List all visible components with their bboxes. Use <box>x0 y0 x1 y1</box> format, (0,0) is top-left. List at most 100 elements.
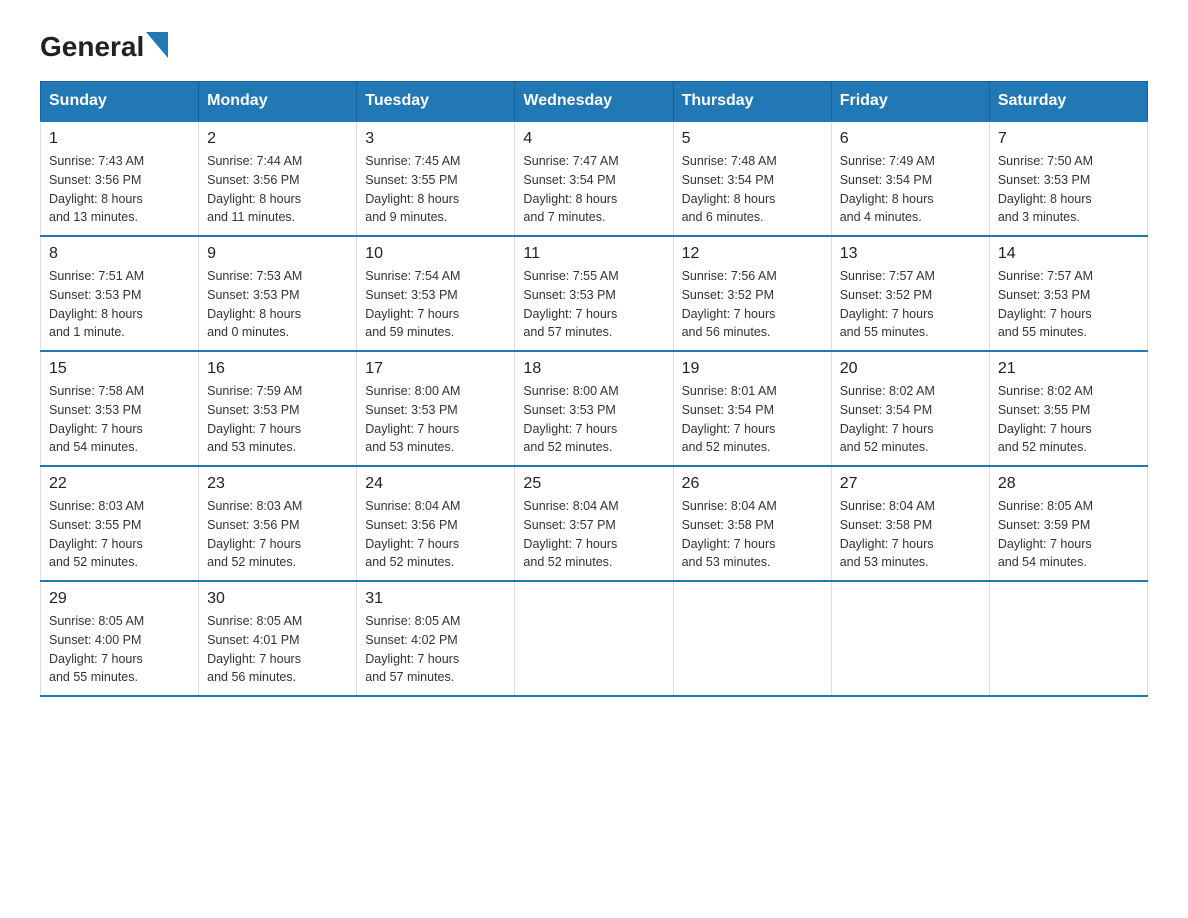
calendar-cell: 18 Sunrise: 8:00 AM Sunset: 3:53 PM Dayli… <box>515 351 673 466</box>
calendar-week-row: 22 Sunrise: 8:03 AM Sunset: 3:55 PM Dayli… <box>41 466 1148 581</box>
day-number: 14 <box>998 245 1139 263</box>
calendar-cell: 7Sunrise: 7:50 AM Sunset: 3:53 PM Daylig… <box>989 121 1147 236</box>
day-info: Sunrise: 8:02 AM Sunset: 3:54 PM Dayligh… <box>840 382 981 457</box>
day-info: Sunrise: 8:04 AM Sunset: 3:57 PM Dayligh… <box>523 497 664 572</box>
day-number: 31 <box>365 590 506 608</box>
calendar-cell <box>515 581 673 696</box>
day-info: Sunrise: 7:48 AM Sunset: 3:54 PM Dayligh… <box>682 152 823 227</box>
day-number: 25 <box>523 475 664 493</box>
day-info: Sunrise: 7:56 AM Sunset: 3:52 PM Dayligh… <box>682 267 823 342</box>
calendar-cell: 11Sunrise: 7:55 AM Sunset: 3:53 PM Dayli… <box>515 236 673 351</box>
calendar-cell: 28 Sunrise: 8:05 AM Sunset: 3:59 PM Dayli… <box>989 466 1147 581</box>
day-info: Sunrise: 7:47 AM Sunset: 3:54 PM Dayligh… <box>523 152 664 227</box>
logo-arrow-icon <box>146 32 168 58</box>
col-header-thursday: Thursday <box>673 82 831 122</box>
day-number: 12 <box>682 245 823 263</box>
logo-general: General <box>40 33 144 61</box>
col-header-wednesday: Wednesday <box>515 82 673 122</box>
calendar-cell <box>989 581 1147 696</box>
calendar-cell: 6 Sunrise: 7:49 AM Sunset: 3:54 PM Daylig… <box>831 121 989 236</box>
calendar-cell: 2 Sunrise: 7:44 AM Sunset: 3:56 PM Daylig… <box>199 121 357 236</box>
day-number: 16 <box>207 360 348 378</box>
day-info: Sunrise: 7:54 AM Sunset: 3:53 PM Dayligh… <box>365 267 506 342</box>
day-number: 19 <box>682 360 823 378</box>
page-header: General <box>40 30 1148 61</box>
day-number: 3 <box>365 130 506 148</box>
day-info: Sunrise: 7:51 AM Sunset: 3:53 PM Dayligh… <box>49 267 190 342</box>
calendar-cell: 16 Sunrise: 7:59 AM Sunset: 3:53 PM Dayli… <box>199 351 357 466</box>
day-number: 26 <box>682 475 823 493</box>
day-number: 6 <box>840 130 981 148</box>
calendar-cell: 10 Sunrise: 7:54 AM Sunset: 3:53 PM Dayli… <box>357 236 515 351</box>
day-number: 8 <box>49 245 190 263</box>
calendar-cell: 15Sunrise: 7:58 AM Sunset: 3:53 PM Dayli… <box>41 351 199 466</box>
day-number: 17 <box>365 360 506 378</box>
day-info: Sunrise: 8:04 AM Sunset: 3:56 PM Dayligh… <box>365 497 506 572</box>
calendar-cell <box>673 581 831 696</box>
day-number: 30 <box>207 590 348 608</box>
day-number: 29 <box>49 590 190 608</box>
day-number: 22 <box>49 475 190 493</box>
day-info: Sunrise: 7:50 AM Sunset: 3:53 PM Dayligh… <box>998 152 1139 227</box>
day-info: Sunrise: 8:02 AM Sunset: 3:55 PM Dayligh… <box>998 382 1139 457</box>
day-number: 23 <box>207 475 348 493</box>
day-number: 27 <box>840 475 981 493</box>
day-info: Sunrise: 8:05 AM Sunset: 4:00 PM Dayligh… <box>49 612 190 687</box>
day-number: 4 <box>523 130 664 148</box>
day-info: Sunrise: 7:45 AM Sunset: 3:55 PM Dayligh… <box>365 152 506 227</box>
calendar-cell: 27Sunrise: 8:04 AM Sunset: 3:58 PM Dayli… <box>831 466 989 581</box>
calendar-week-row: 15Sunrise: 7:58 AM Sunset: 3:53 PM Dayli… <box>41 351 1148 466</box>
day-number: 9 <box>207 245 348 263</box>
calendar-cell: 9 Sunrise: 7:53 AM Sunset: 3:53 PM Daylig… <box>199 236 357 351</box>
day-info: Sunrise: 8:05 AM Sunset: 4:02 PM Dayligh… <box>365 612 506 687</box>
day-number: 24 <box>365 475 506 493</box>
calendar-cell: 14 Sunrise: 7:57 AM Sunset: 3:53 PM Dayli… <box>989 236 1147 351</box>
calendar-cell: 21Sunrise: 8:02 AM Sunset: 3:55 PM Dayli… <box>989 351 1147 466</box>
calendar-cell: 25 Sunrise: 8:04 AM Sunset: 3:57 PM Dayli… <box>515 466 673 581</box>
day-number: 5 <box>682 130 823 148</box>
day-number: 10 <box>365 245 506 263</box>
day-info: Sunrise: 8:03 AM Sunset: 3:56 PM Dayligh… <box>207 497 348 572</box>
day-number: 20 <box>840 360 981 378</box>
day-info: Sunrise: 7:57 AM Sunset: 3:53 PM Dayligh… <box>998 267 1139 342</box>
calendar-cell: 13Sunrise: 7:57 AM Sunset: 3:52 PM Dayli… <box>831 236 989 351</box>
calendar-cell: 12 Sunrise: 7:56 AM Sunset: 3:52 PM Dayli… <box>673 236 831 351</box>
day-info: Sunrise: 8:00 AM Sunset: 3:53 PM Dayligh… <box>365 382 506 457</box>
day-number: 1 <box>49 130 190 148</box>
calendar-cell: 19 Sunrise: 8:01 AM Sunset: 3:54 PM Dayli… <box>673 351 831 466</box>
day-info: Sunrise: 7:43 AM Sunset: 3:56 PM Dayligh… <box>49 152 190 227</box>
day-number: 28 <box>998 475 1139 493</box>
day-info: Sunrise: 7:49 AM Sunset: 3:54 PM Dayligh… <box>840 152 981 227</box>
day-info: Sunrise: 8:05 AM Sunset: 4:01 PM Dayligh… <box>207 612 348 687</box>
day-number: 13 <box>840 245 981 263</box>
day-info: Sunrise: 7:58 AM Sunset: 3:53 PM Dayligh… <box>49 382 190 457</box>
calendar-cell: 23 Sunrise: 8:03 AM Sunset: 3:56 PM Dayli… <box>199 466 357 581</box>
calendar-cell: 8 Sunrise: 7:51 AM Sunset: 3:53 PM Daylig… <box>41 236 199 351</box>
day-info: Sunrise: 8:05 AM Sunset: 3:59 PM Dayligh… <box>998 497 1139 572</box>
calendar-cell: 5 Sunrise: 7:48 AM Sunset: 3:54 PM Daylig… <box>673 121 831 236</box>
day-info: Sunrise: 7:53 AM Sunset: 3:53 PM Dayligh… <box>207 267 348 342</box>
day-info: Sunrise: 7:55 AM Sunset: 3:53 PM Dayligh… <box>523 267 664 342</box>
day-number: 18 <box>523 360 664 378</box>
calendar-table: SundayMondayTuesdayWednesdayThursdayFrid… <box>40 81 1148 697</box>
calendar-cell: 30 Sunrise: 8:05 AM Sunset: 4:01 PM Dayli… <box>199 581 357 696</box>
calendar-week-row: 29 Sunrise: 8:05 AM Sunset: 4:00 PM Dayli… <box>41 581 1148 696</box>
calendar-cell: 4 Sunrise: 7:47 AM Sunset: 3:54 PM Daylig… <box>515 121 673 236</box>
day-info: Sunrise: 8:04 AM Sunset: 3:58 PM Dayligh… <box>682 497 823 572</box>
day-number: 2 <box>207 130 348 148</box>
col-header-monday: Monday <box>199 82 357 122</box>
calendar-header-row: SundayMondayTuesdayWednesdayThursdayFrid… <box>41 82 1148 122</box>
day-info: Sunrise: 7:44 AM Sunset: 3:56 PM Dayligh… <box>207 152 348 227</box>
calendar-cell: 22 Sunrise: 8:03 AM Sunset: 3:55 PM Dayli… <box>41 466 199 581</box>
calendar-cell: 26 Sunrise: 8:04 AM Sunset: 3:58 PM Dayli… <box>673 466 831 581</box>
day-info: Sunrise: 8:03 AM Sunset: 3:55 PM Dayligh… <box>49 497 190 572</box>
col-header-tuesday: Tuesday <box>357 82 515 122</box>
calendar-cell: 31 Sunrise: 8:05 AM Sunset: 4:02 PM Dayli… <box>357 581 515 696</box>
day-info: Sunrise: 8:01 AM Sunset: 3:54 PM Dayligh… <box>682 382 823 457</box>
day-info: Sunrise: 7:59 AM Sunset: 3:53 PM Dayligh… <box>207 382 348 457</box>
calendar-week-row: 1 Sunrise: 7:43 AM Sunset: 3:56 PM Daylig… <box>41 121 1148 236</box>
day-info: Sunrise: 8:00 AM Sunset: 3:53 PM Dayligh… <box>523 382 664 457</box>
col-header-saturday: Saturday <box>989 82 1147 122</box>
calendar-cell: 29 Sunrise: 8:05 AM Sunset: 4:00 PM Dayli… <box>41 581 199 696</box>
calendar-cell: 24 Sunrise: 8:04 AM Sunset: 3:56 PM Dayli… <box>357 466 515 581</box>
